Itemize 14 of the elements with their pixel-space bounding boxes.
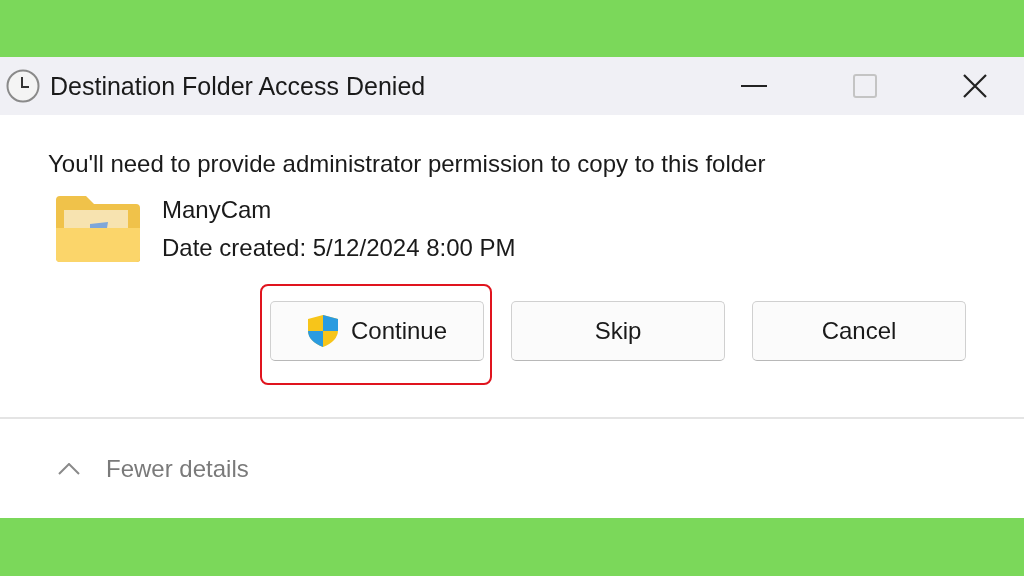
permission-message: You'll need to provide administrator permission to copy to this folder bbox=[48, 149, 767, 179]
shield-icon bbox=[306, 314, 339, 348]
date-created: Date created: 5/12/2024 8:00 PM bbox=[162, 233, 516, 263]
chevron-icon bbox=[58, 462, 80, 475]
dialog-button[interactable]: Cancel bbox=[752, 301, 966, 361]
minimize-icon[interactable] bbox=[741, 85, 767, 87]
folder-icon bbox=[54, 194, 142, 264]
dialog-button[interactable]: Skip bbox=[511, 301, 725, 361]
clock-icon bbox=[6, 69, 40, 103]
window-title: Destination Folder Access Denied bbox=[50, 71, 426, 101]
continue-button[interactable]: Continue bbox=[270, 301, 484, 361]
close-icon[interactable] bbox=[963, 74, 987, 98]
fewer-details-toggle[interactable]: Fewer details bbox=[58, 454, 249, 483]
folder-name: ManyCam bbox=[162, 195, 273, 225]
